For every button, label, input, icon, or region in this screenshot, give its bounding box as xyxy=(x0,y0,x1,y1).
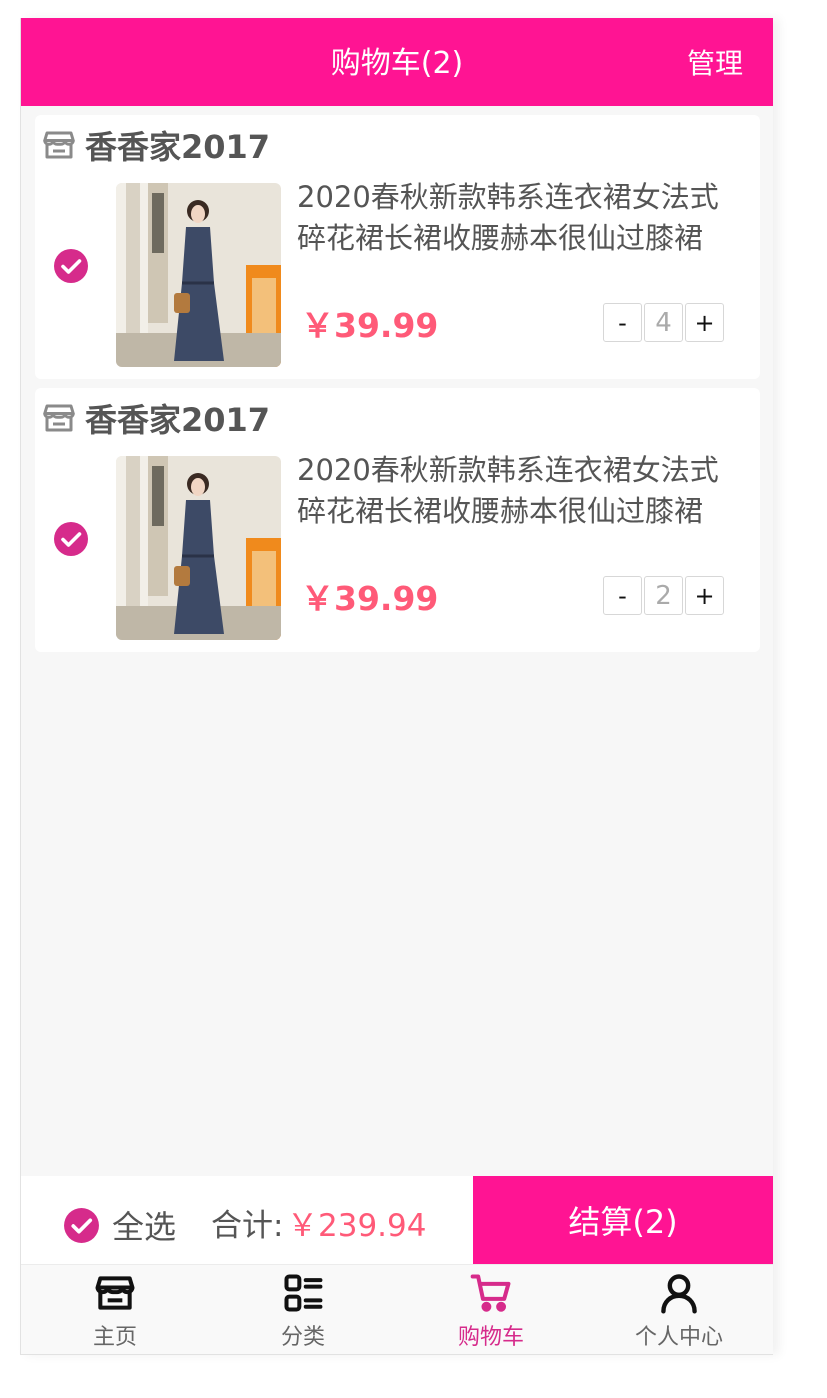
cart-icon xyxy=(470,1274,511,1312)
cart-item-card: 香香家2017 2020春秋新款韩系连衣裙女法式碎花裙长裙收腰赫本很仙过膝裙 ￥… xyxy=(35,115,760,379)
total-label: 合计: xyxy=(211,1208,284,1244)
select-all-toggle[interactable]: 全选 xyxy=(63,1202,176,1248)
cart-item-card: 香香家2017 2020春秋新款韩系连衣裙女法式碎花裙长裙收腰赫本很仙过膝裙 ￥… xyxy=(35,388,760,652)
store-header[interactable]: 香香家2017 xyxy=(41,396,270,440)
user-icon xyxy=(661,1274,697,1314)
select-all-label: 全选 xyxy=(112,1208,177,1246)
item-checkbox[interactable] xyxy=(53,521,89,557)
decrease-button[interactable]: - xyxy=(603,576,642,615)
product-price: ￥39.99 xyxy=(301,579,439,618)
store-icon xyxy=(43,404,75,432)
store-icon xyxy=(95,1276,135,1310)
decrease-button[interactable]: - xyxy=(603,303,642,342)
store-header[interactable]: 香香家2017 xyxy=(41,123,270,167)
tab-label: 个人中心 xyxy=(634,1325,723,1350)
tab-home[interactable]: 主页 xyxy=(21,1265,209,1354)
quantity-stepper: - 2 + xyxy=(603,576,726,615)
increase-button[interactable]: + xyxy=(685,576,724,615)
increase-button[interactable]: + xyxy=(685,303,724,342)
product-name[interactable]: 2020春秋新款韩系连衣裙女法式碎花裙长裙收腰赫本很仙过膝裙 xyxy=(297,450,737,532)
total-value: ￥239.94 xyxy=(287,1208,427,1244)
check-circle-icon xyxy=(64,1207,99,1243)
store-name: 香香家2017 xyxy=(85,401,271,439)
tab-label: 分类 xyxy=(280,1325,325,1350)
tab-label: 购物车 xyxy=(457,1325,524,1350)
product-image[interactable] xyxy=(116,456,281,640)
page-title: 购物车(2) xyxy=(330,46,464,81)
tab-label: 主页 xyxy=(92,1325,137,1350)
quantity-value[interactable]: 4 xyxy=(644,303,683,342)
product-price: ￥39.99 xyxy=(301,306,439,345)
check-circle-icon xyxy=(54,522,88,556)
quantity-stepper: - 4 + xyxy=(603,303,726,342)
tab-cart[interactable]: 购物车 xyxy=(397,1265,585,1354)
checkout-bar: 全选 合计: ￥239.94 结算(2) xyxy=(21,1176,773,1264)
check-circle-icon xyxy=(54,249,88,283)
product-name[interactable]: 2020春秋新款韩系连衣裙女法式碎花裙长裙收腰赫本很仙过膝裙 xyxy=(297,177,737,259)
bottom-tabbar: 主页 分类 购物车 个人中心 xyxy=(21,1264,773,1354)
product-image[interactable] xyxy=(116,183,281,367)
item-checkbox[interactable] xyxy=(53,248,89,284)
checkout-button[interactable]: 结算(2) xyxy=(473,1176,773,1264)
tab-category[interactable]: 分类 xyxy=(209,1265,397,1354)
store-name: 香香家2017 xyxy=(85,128,271,166)
cart-screen: 购物车(2) 管理 香香家2017 2020春秋新款韩系连衣裙女法式碎花裙长裙收… xyxy=(20,18,773,1355)
manage-button[interactable]: 管理 xyxy=(687,18,743,110)
tab-profile[interactable]: 个人中心 xyxy=(585,1265,773,1354)
category-icon xyxy=(284,1274,323,1312)
store-icon xyxy=(43,131,75,159)
quantity-value[interactable]: 2 xyxy=(644,576,683,615)
app-header: 购物车(2) 管理 xyxy=(21,18,773,106)
